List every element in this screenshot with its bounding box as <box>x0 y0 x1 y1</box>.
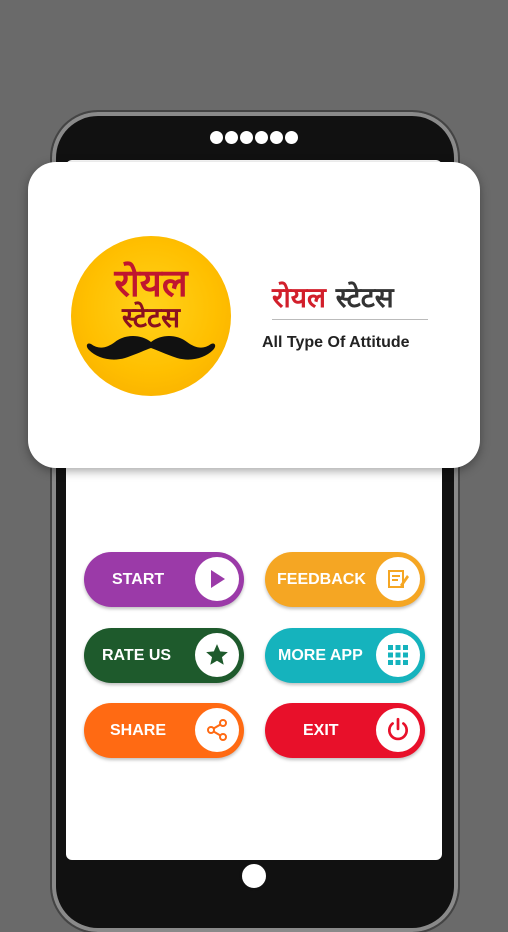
feedback-icon <box>376 557 420 601</box>
more-app-button[interactable]: MORE APP <box>265 628 425 683</box>
share-icon <box>195 708 239 752</box>
app-title-part1: रोयल <box>272 281 326 314</box>
start-button-label: START <box>112 571 165 588</box>
power-icon <box>376 708 420 752</box>
feedback-button-label: FEEDBACK <box>277 571 366 588</box>
app-subtitle: All Type Of Attitude <box>262 334 410 351</box>
app-title: रोयल स्टेटस <box>272 278 394 316</box>
mustache-icon <box>86 336 216 360</box>
title-divider <box>272 319 428 320</box>
app-title-part2: स्टेटस <box>335 281 394 314</box>
more-app-button-label: MORE APP <box>278 647 363 664</box>
app-logo: रोयल स्टेटस <box>71 236 231 396</box>
home-button[interactable] <box>239 861 269 891</box>
rate-us-button-label: RATE US <box>102 647 172 664</box>
star-icon <box>195 633 239 677</box>
exit-button-label: EXIT <box>303 722 339 739</box>
start-button[interactable]: START <box>84 552 244 607</box>
share-button-label: SHARE <box>110 722 167 739</box>
exit-button[interactable]: EXIT <box>265 703 425 758</box>
share-button[interactable]: SHARE <box>84 703 244 758</box>
rate-us-button[interactable]: RATE US <box>84 628 244 683</box>
feedback-button[interactable]: FEEDBACK <box>265 552 425 607</box>
grid-icon <box>376 633 420 677</box>
logo-line2: स्टेटस <box>121 301 181 334</box>
phone-speaker <box>210 131 298 144</box>
play-icon <box>195 557 239 601</box>
